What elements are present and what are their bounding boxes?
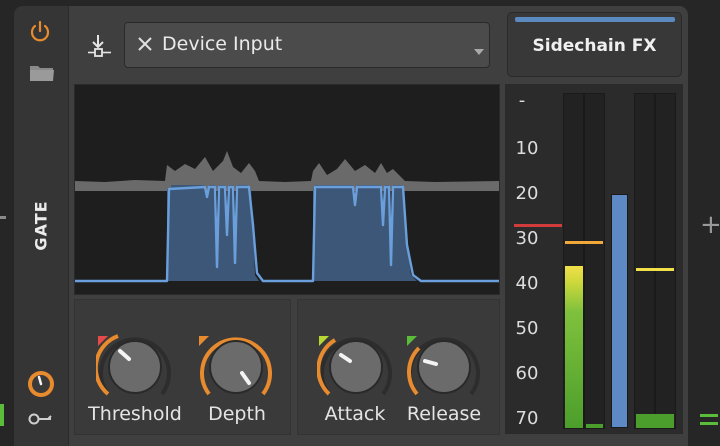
input-meter-divider: [583, 93, 585, 429]
left-edge-handle: [0, 216, 6, 219]
gate-envelope-line: [75, 185, 499, 283]
threshold-marker: [514, 224, 562, 227]
attack-mod-indicator: [319, 331, 329, 346]
key-icon[interactable]: [28, 411, 54, 427]
sidechain-fx-indicator: [515, 17, 675, 22]
output-meter-divider: [654, 93, 656, 429]
depth-mod-indicator: [199, 331, 209, 346]
gated-region-2: [313, 185, 417, 281]
gain-reduction-meter: [611, 194, 628, 428]
scale-label-30: 30: [515, 228, 539, 249]
input-peak-hold: [565, 241, 603, 244]
sidechain-fx-label: Sidechain FX: [532, 36, 657, 56]
gated-region-1: [167, 185, 259, 281]
modulator-icon[interactable]: [26, 369, 56, 399]
input-meter-right-fill: [586, 424, 603, 428]
right-level-indicator-2: [700, 422, 718, 425]
chevron-down-icon[interactable]: [473, 41, 485, 55]
left-level-indicator: [0, 404, 4, 426]
right-level-indicator-1: [700, 414, 718, 417]
release-mod-indicator: [407, 331, 417, 346]
clear-input-icon[interactable]: [136, 35, 154, 53]
folder-icon[interactable]: [29, 63, 55, 83]
sidechain-routing-icon[interactable]: [86, 34, 114, 58]
input-chooser-label: Device Input: [162, 33, 283, 55]
threshold-mod-indicator: [98, 331, 108, 346]
scale-label-10: 10: [515, 138, 539, 159]
scale-label-20: 20: [515, 183, 539, 204]
release-label: Release: [406, 403, 482, 425]
scale-label-70: 70: [515, 408, 539, 429]
power-icon[interactable]: [28, 20, 52, 44]
input-signal-band: [75, 151, 499, 191]
device-title: GATE: [31, 199, 51, 251]
threshold-label: Threshold: [88, 403, 182, 425]
scale-label-top: -: [518, 90, 526, 111]
add-device-icon[interactable]: +: [700, 210, 720, 240]
scale-label-60: 60: [515, 363, 539, 384]
depth-label: Depth: [208, 403, 266, 425]
scale-label-40: 40: [515, 273, 539, 294]
output-meter-fill: [636, 414, 674, 428]
scale-label-50: 50: [515, 318, 539, 339]
output-peak-hold: [636, 268, 674, 271]
input-meter-left-fill: [565, 266, 583, 428]
gate-envelope-display: [74, 84, 500, 295]
